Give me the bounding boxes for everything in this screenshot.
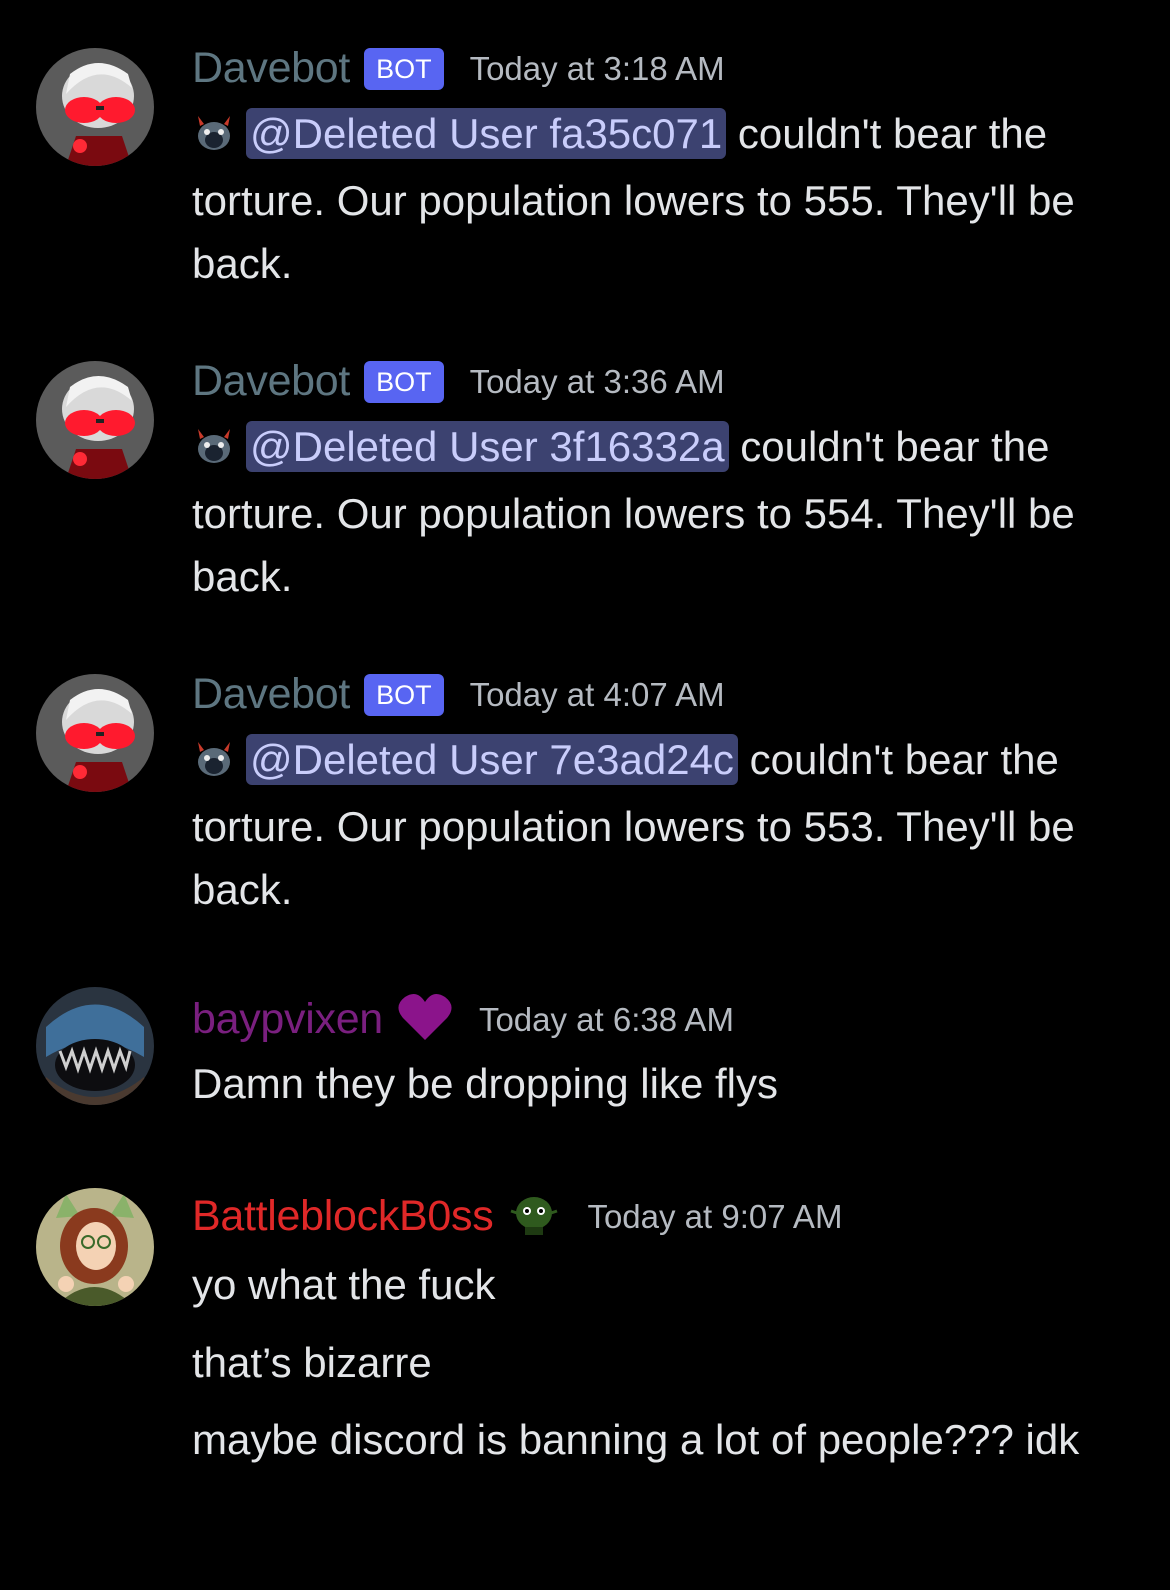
message-content: that’s bizarre [192, 1331, 1132, 1394]
message-content: yo what the fuck [192, 1253, 1132, 1316]
message-text: Damn they be dropping like flys [192, 1060, 778, 1107]
davebot-avatar[interactable] [36, 48, 154, 166]
bot-tag: BOT [364, 673, 444, 716]
timestamp: Today at 6:38 AM [478, 1000, 734, 1038]
bot-emoji-icon [192, 419, 236, 482]
username[interactable]: Davebot [192, 670, 350, 719]
heart-icon [397, 992, 453, 1047]
username[interactable]: Davebot [192, 357, 350, 406]
username[interactable]: baypvixen [192, 995, 383, 1044]
message-header: Davebot BOT Today at 4:07 AM [192, 670, 725, 719]
message-text: that’s bizarre [192, 1339, 432, 1386]
user-mention[interactable]: @Deleted User fa35c071 [246, 108, 727, 159]
green-head-icon [507, 1193, 561, 1240]
username[interactable]: Davebot [192, 44, 350, 93]
message-content: @Deleted User fa35c071 couldn't bear the… [192, 102, 1132, 295]
timestamp: Today at 3:36 AM [469, 362, 725, 400]
message-text: yo what the fuck [192, 1261, 496, 1308]
message-content: @Deleted User 3f16332a couldn't bear the… [192, 415, 1132, 608]
bot-emoji-icon [192, 732, 236, 795]
message-header: baypvixen Today at 6:38 AM [192, 992, 734, 1047]
message-content: @Deleted User 7e3ad24c couldn't bear the… [192, 728, 1132, 921]
message-content: Damn they be dropping like flys [192, 1052, 1132, 1115]
timestamp: Today at 9:07 AM [587, 1197, 843, 1235]
message-content: maybe discord is banning a lot of people… [192, 1408, 1092, 1471]
bot-tag: BOT [364, 360, 444, 403]
davebot-avatar[interactable] [36, 674, 154, 792]
timestamp: Today at 4:07 AM [469, 675, 725, 713]
message-header: Davebot BOT Today at 3:36 AM [192, 357, 725, 406]
davebot-avatar[interactable] [36, 361, 154, 479]
message-text: maybe discord is banning a lot of people… [192, 1416, 1080, 1463]
user-mention[interactable]: @Deleted User 7e3ad24c [246, 734, 738, 785]
bot-emoji-icon [192, 106, 236, 169]
message-header: BattleblockB0ss Today at 9:07 AM [192, 1192, 842, 1241]
message-header: Davebot BOT Today at 3:18 AM [192, 44, 725, 93]
creature-avatar[interactable] [36, 987, 154, 1105]
anime-avatar[interactable] [36, 1188, 154, 1306]
user-mention[interactable]: @Deleted User 3f16332a [246, 421, 729, 472]
username[interactable]: BattleblockB0ss [192, 1192, 494, 1241]
timestamp: Today at 3:18 AM [469, 49, 725, 87]
bot-tag: BOT [364, 47, 444, 90]
